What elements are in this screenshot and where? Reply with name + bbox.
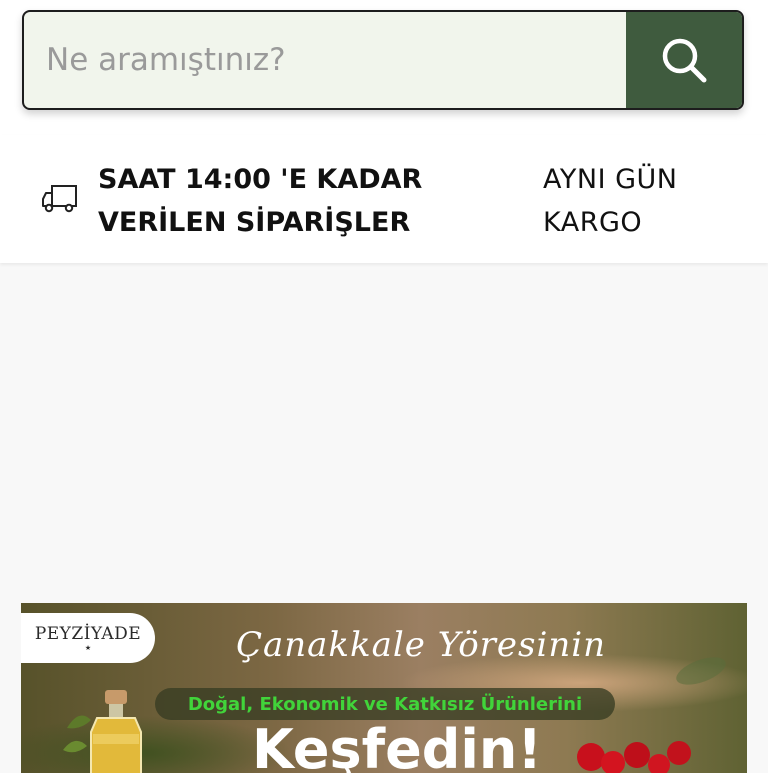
banner-subtitle-pill: Doğal, Ekonomik ve Katkısız Ürünlerini — [155, 688, 615, 720]
banner-subtitle: Doğal, Ekonomik ve Katkısız Ürünlerini — [187, 693, 583, 715]
logo-star-icon: ★ — [84, 644, 92, 652]
banner-script-title: Çanakkale Yöresinin — [235, 625, 607, 665]
promo-banner[interactable]: PEYZİYADE ★ Çanakkale Yöresinin Doğal, E… — [21, 603, 747, 773]
brand-logo[interactable]: PEYZİYADE ★ — [21, 613, 155, 663]
shipping-cutoff-line-1: SAAT 14:00 'E KADAR — [98, 164, 423, 195]
search-button[interactable] — [626, 12, 742, 108]
shipping-cutoff-line-2: VERİLEN SİPARİŞLER — [98, 207, 411, 238]
search-bar — [22, 10, 744, 110]
search-input[interactable] — [24, 12, 628, 108]
shipping-cutoff-text: SAAT 14:00 'E KADAR VERİLEN SİPARİŞLER — [98, 158, 518, 244]
truck-icon — [42, 185, 77, 213]
same-day-line-2: KARGO — [543, 207, 643, 238]
berries-image — [577, 741, 691, 773]
same-day-shipping-text: AYNI GÜN KARGO — [543, 158, 743, 244]
search-area — [0, 0, 768, 135]
search-icon — [662, 38, 707, 83]
olive-oil-bottle-image — [63, 690, 142, 773]
same-day-line-1: AYNI GÜN — [543, 164, 678, 195]
brand-logo-text: PEYZİYADE — [34, 624, 142, 644]
leaf-decoration — [676, 657, 726, 685]
banner-headline: Keşfedin! — [251, 718, 542, 773]
